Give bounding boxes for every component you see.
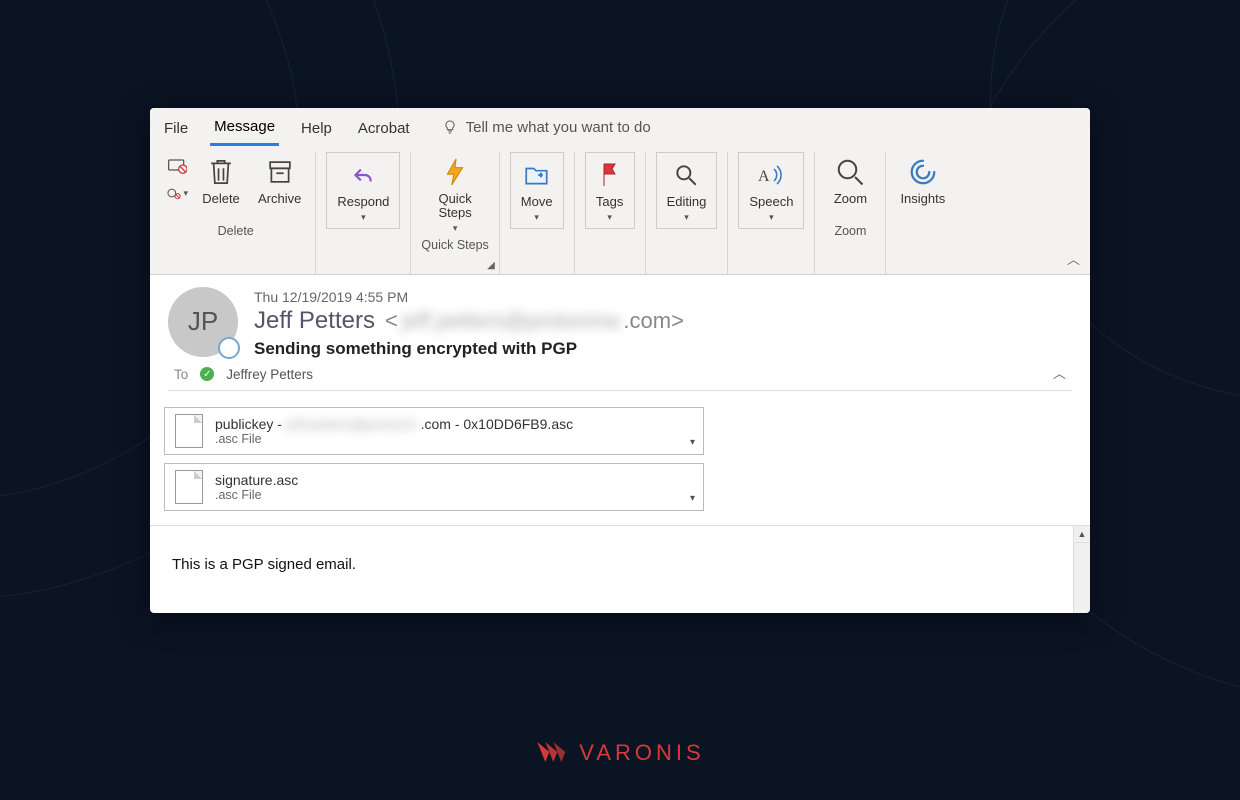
insights-button[interactable]: Insights — [896, 152, 949, 208]
speech-button[interactable]: A Speech▾ — [738, 152, 804, 229]
message-header: JP Thu 12/19/2019 4:55 PM Jeff Petters <… — [150, 275, 1090, 397]
attachment-item[interactable]: signature.asc .asc File ▾ — [164, 463, 704, 511]
ribbon-group-zoom: Zoom Zoom — [815, 152, 886, 274]
lightning-icon — [442, 154, 468, 190]
ribbon-group-quicksteps: Quick Steps ▾ Quick Steps ◢ — [411, 152, 499, 274]
quick-steps-button[interactable]: Quick Steps ▾ — [430, 152, 480, 236]
archive-icon — [265, 154, 295, 190]
ribbon-group-delete: ▾ Delete — [156, 152, 316, 274]
message-body: This is a PGP signed email. — [150, 526, 1073, 613]
message-timestamp: Thu 12/19/2019 4:55 PM — [254, 289, 1072, 305]
ribbon-tabs: File Message Help Acrobat Tell me what y… — [150, 108, 1090, 146]
zoom-button[interactable]: Zoom — [825, 152, 875, 208]
ribbon-group-respond: Respond▾ — [316, 152, 411, 274]
sender-avatar: JP — [168, 287, 238, 357]
sender-email: <jeff.petters@protonma.com> — [385, 308, 684, 334]
editing-button[interactable]: Editing▾ — [656, 152, 718, 229]
to-label: To — [174, 367, 188, 382]
attachment-type: .asc File — [215, 432, 573, 446]
trash-icon — [206, 154, 236, 190]
magnifier-icon — [835, 154, 865, 190]
presence-indicator — [218, 337, 240, 359]
message-to-row: To ✓ Jeffrey Petters ︿ — [168, 359, 1072, 391]
tab-help[interactable]: Help — [297, 116, 336, 145]
message-from: Jeff Petters <jeff.petters@protonma.com> — [254, 307, 1072, 335]
read-aloud-icon: A — [756, 157, 786, 193]
vertical-scrollbar[interactable]: ▲ — [1073, 526, 1090, 613]
quicksteps-dialog-launcher[interactable]: ◢ — [487, 260, 495, 271]
attachments-area: publickey - jeff.petters@protonm.com - 0… — [150, 397, 1090, 526]
outlook-message-window: File Message Help Acrobat Tell me what y… — [150, 108, 1090, 613]
tab-acrobat[interactable]: Acrobat — [354, 116, 414, 145]
group-label-zoom: Zoom — [834, 222, 866, 242]
attachment-name: signature.asc — [215, 472, 298, 488]
move-folder-icon — [523, 157, 551, 193]
attachment-item[interactable]: publickey - jeff.petters@protonm.com - 0… — [164, 407, 704, 455]
attachment-dropdown-icon[interactable]: ▾ — [690, 437, 695, 448]
file-icon — [175, 470, 203, 504]
ribbon-group-tags: Tags▾ — [575, 152, 646, 274]
archive-button[interactable]: Archive — [254, 152, 305, 208]
verified-check-icon: ✓ — [200, 367, 214, 381]
move-button[interactable]: Move▾ — [510, 152, 564, 229]
svg-text:A: A — [758, 168, 770, 185]
ribbon: ▾ Delete — [150, 146, 1090, 275]
varonis-logo: VARONIS — [535, 740, 704, 766]
flag-icon — [598, 157, 622, 193]
delete-button[interactable]: Delete — [196, 152, 246, 208]
attachment-name: publickey - jeff.petters@protonm.com - 0… — [215, 416, 573, 432]
tab-file[interactable]: File — [160, 116, 192, 145]
lightbulb-icon — [442, 119, 458, 135]
ribbon-group-speech: A Speech▾ — [728, 152, 815, 274]
insights-icon — [908, 154, 938, 190]
group-label-quicksteps: Quick Steps — [421, 236, 488, 256]
tell-me-label: Tell me what you want to do — [466, 119, 651, 136]
sender-name: Jeff Petters — [254, 307, 375, 335]
attachment-type: .asc File — [215, 488, 298, 502]
file-icon — [175, 414, 203, 448]
recipient-name: Jeffrey Petters — [226, 367, 313, 382]
tags-button[interactable]: Tags▾ — [585, 152, 635, 229]
collapse-ribbon-button[interactable]: ︿ — [1067, 249, 1080, 268]
varonis-wordmark: VARONIS — [579, 740, 704, 766]
ignore-button[interactable] — [166, 154, 188, 176]
ribbon-group-editing: Editing▾ — [646, 152, 729, 274]
scroll-up-arrow[interactable]: ▲ — [1074, 526, 1090, 543]
collapse-header-button[interactable]: ︿ — [1053, 363, 1066, 382]
message-body-area: This is a PGP signed email. ▲ — [150, 526, 1090, 613]
reply-icon — [349, 157, 377, 193]
varonis-mark-icon — [535, 740, 569, 766]
ribbon-group-move: Move▾ — [500, 152, 575, 274]
tell-me-search[interactable]: Tell me what you want to do — [442, 119, 651, 142]
junk-button[interactable]: ▾ — [166, 182, 188, 204]
message-subject: Sending something encrypted with PGP — [254, 339, 1072, 359]
find-icon — [673, 157, 699, 193]
attachment-dropdown-icon[interactable]: ▾ — [690, 493, 695, 504]
respond-button[interactable]: Respond▾ — [326, 152, 400, 229]
group-label-delete: Delete — [218, 222, 254, 242]
ribbon-group-insights: Insights — [886, 152, 959, 274]
tab-message[interactable]: Message — [210, 114, 279, 146]
